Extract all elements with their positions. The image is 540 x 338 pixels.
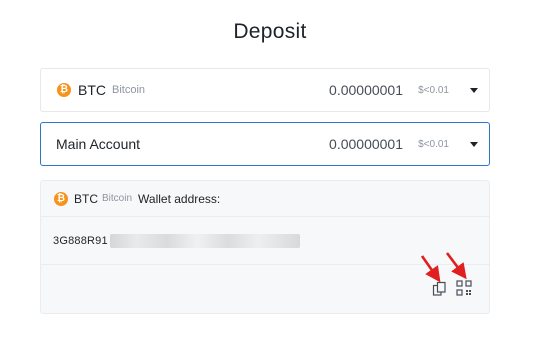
account-label: Main Account — [56, 136, 141, 152]
wallet-address-text[interactable]: 3G888R91 — [53, 235, 108, 247]
coin-select[interactable]: ₿ BTC Bitcoin 0.00000001 $<0.01 — [40, 68, 490, 112]
wallet-address-panel: ₿ BTC Bitcoin Wallet address: 3G888R91 — [40, 180, 490, 314]
chevron-down-icon[interactable] — [470, 88, 478, 93]
coin-symbol: BTC — [78, 82, 106, 98]
account-usd-value: $<0.01 — [418, 138, 449, 150]
account-balance: 0.00000001 — [329, 136, 403, 152]
account-select[interactable]: Main Account 0.00000001 $<0.01 — [40, 122, 490, 166]
coin-name: Bitcoin — [112, 84, 146, 96]
qr-code-icon — [456, 280, 472, 296]
coin-usd-value: $<0.01 — [418, 84, 449, 96]
page-title: Deposit — [233, 20, 307, 43]
copy-icon — [432, 281, 446, 296]
wallet-address-header: ₿ BTC Bitcoin Wallet address: — [41, 181, 489, 217]
wallet-address-label: Wallet address: — [138, 191, 221, 206]
show-qr-code-button[interactable] — [455, 279, 473, 297]
coin-balance: 0.00000001 — [329, 82, 403, 98]
wallet-coin-symbol: BTC — [74, 191, 98, 206]
copy-address-button[interactable] — [431, 280, 449, 298]
wallet-coin-name: Bitcoin — [102, 193, 133, 204]
chevron-down-icon[interactable] — [470, 142, 478, 147]
bitcoin-icon: ₿ — [57, 83, 71, 97]
bitcoin-icon: ₿ — [54, 191, 68, 206]
wallet-address-row: 3G888R91 — [41, 217, 489, 265]
address-redaction — [109, 233, 300, 248]
